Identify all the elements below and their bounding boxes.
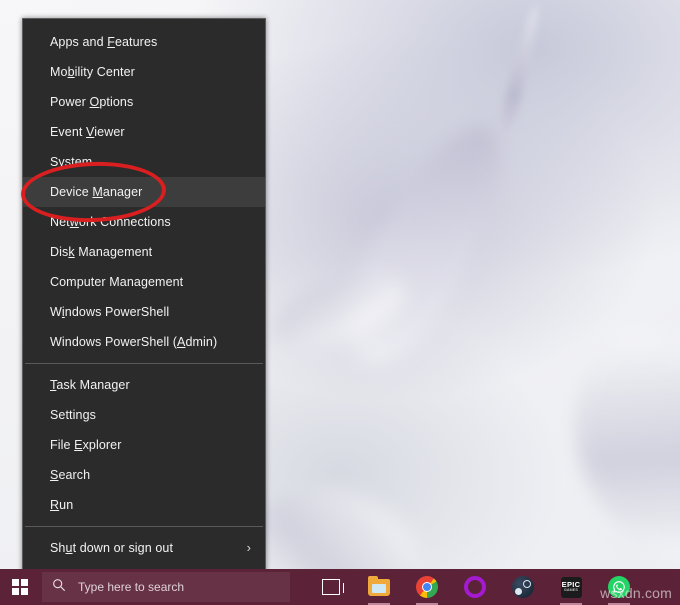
- search-input[interactable]: Type here to search: [42, 572, 290, 602]
- task-view-icon: [322, 579, 344, 595]
- taskbar-buttons: EPIC GAMES: [318, 574, 632, 605]
- steam-icon: [512, 576, 534, 598]
- search-placeholder-text: Type here to search: [78, 580, 185, 594]
- menu-item-power-options[interactable]: Power Options: [23, 87, 265, 117]
- menu-item-device-manager[interactable]: Device Manager: [23, 177, 265, 207]
- menu-item-label: Disk Management: [50, 245, 153, 259]
- menu-item-label: Mobility Center: [50, 65, 135, 79]
- menu-item-run[interactable]: Run: [23, 490, 265, 520]
- start-button[interactable]: [0, 569, 40, 605]
- chrome-icon: [416, 576, 438, 598]
- menu-item-label: Task Manager: [50, 378, 130, 392]
- menu-item-label: Run: [50, 498, 74, 512]
- wallpaper-sweep-right-shape: [540, 307, 680, 583]
- epic-games-icon: EPIC GAMES: [560, 576, 582, 598]
- folder-icon: [368, 575, 390, 596]
- menu-item-network-connections[interactable]: Network Connections: [23, 207, 265, 237]
- menu-item-label: System: [50, 155, 93, 169]
- menu-item-label: File Explorer: [50, 438, 122, 452]
- menu-item-system[interactable]: System: [23, 147, 265, 177]
- whatsapp-icon: [608, 576, 630, 598]
- menu-item-task-manager[interactable]: Task Manager: [23, 370, 265, 400]
- search-icon: [52, 578, 66, 597]
- menu-item-shut-down-or-sign-out[interactable]: Shut down or sign out ›: [23, 533, 265, 563]
- menu-item-label: Shut down or sign out: [50, 541, 174, 555]
- menu-item-label: Search: [50, 468, 91, 482]
- taskbar-button-opera[interactable]: [462, 574, 488, 600]
- taskbar-button-task-view[interactable]: [318, 574, 344, 600]
- menu-item-label: Network Connections: [50, 215, 171, 229]
- menu-item-windows-powershell-admin[interactable]: Windows PowerShell (Admin): [23, 327, 265, 357]
- menu-item-settings[interactable]: Settings: [23, 400, 265, 430]
- menu-item-windows-powershell[interactable]: Windows PowerShell: [23, 297, 265, 327]
- menu-item-file-explorer[interactable]: File Explorer: [23, 430, 265, 460]
- menu-item-label: Windows PowerShell (Admin): [50, 335, 218, 349]
- menu-item-label: Device Manager: [50, 185, 143, 199]
- menu-item-disk-management[interactable]: Disk Management: [23, 237, 265, 267]
- epic-icon-text-bottom: GAMES: [564, 588, 578, 593]
- menu-item-label: Power Options: [50, 95, 134, 109]
- menu-item-computer-management[interactable]: Computer Management: [23, 267, 265, 297]
- menu-item-event-viewer[interactable]: Event Viewer: [23, 117, 265, 147]
- taskbar-button-file-explorer[interactable]: [366, 574, 392, 605]
- menu-item-search[interactable]: Search: [23, 460, 265, 490]
- windows-logo-icon: [12, 579, 28, 595]
- wallpaper-streak-shape: [261, 257, 415, 363]
- menu-item-label: Settings: [50, 408, 96, 422]
- winx-power-user-menu[interactable]: Apps and Features Mobility Center Power …: [22, 18, 266, 585]
- menu-item-label: Computer Management: [50, 275, 184, 289]
- taskbar-button-epic-games[interactable]: EPIC GAMES: [558, 574, 584, 605]
- menu-item-apps-and-features[interactable]: Apps and Features: [23, 27, 265, 57]
- menu-item-label: Apps and Features: [50, 35, 158, 49]
- menu-item-mobility-center[interactable]: Mobility Center: [23, 57, 265, 87]
- menu-separator-2: [25, 526, 263, 527]
- chevron-right-icon: ›: [246, 540, 251, 555]
- opera-ring-icon: [464, 576, 486, 598]
- menu-item-label: Event Viewer: [50, 125, 125, 139]
- menu-item-label: Windows PowerShell: [50, 305, 170, 319]
- taskbar-button-google-chrome[interactable]: [414, 574, 440, 605]
- wallpaper-quill-shape: [496, 4, 544, 136]
- taskbar-button-steam[interactable]: [510, 574, 536, 600]
- wallpaper-feather-shape: [321, 104, 531, 385]
- taskbar[interactable]: Type here to search EPIC GAMES wsxdn.com: [0, 569, 680, 605]
- epic-icon-text-top: EPIC: [561, 579, 581, 589]
- menu-separator-1: [25, 363, 263, 364]
- taskbar-button-whatsapp[interactable]: [606, 574, 632, 605]
